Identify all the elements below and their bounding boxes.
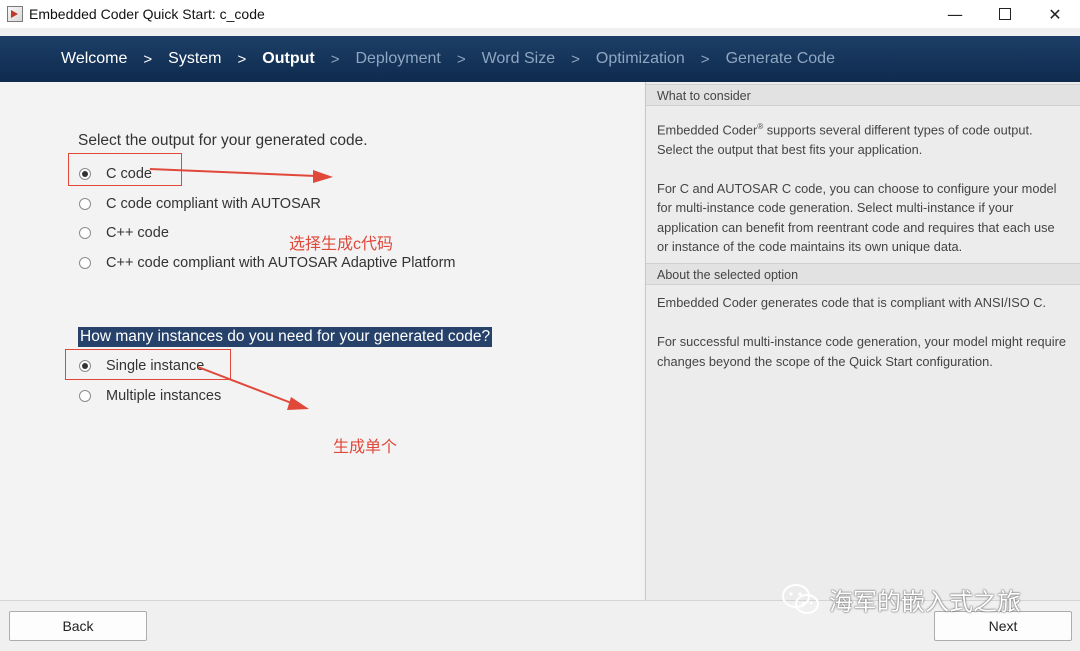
maximize-icon (999, 8, 1011, 20)
about-text: Embedded Coder generates code that is co… (657, 293, 1080, 371)
options-panel: Select the output for your generated cod… (0, 82, 644, 600)
step-separator: > (456, 50, 466, 68)
wechat-icon (782, 583, 819, 614)
minimize-button[interactable]: — (930, 0, 980, 28)
consider-heading: What to consider (646, 84, 1080, 106)
step-separator: > (571, 50, 580, 68)
arrow-head-icon (313, 170, 333, 183)
consider-para2-line3: application can benefit from reentrant c… (657, 219, 1055, 235)
close-button[interactable]: ✕ (1030, 0, 1080, 28)
step-output[interactable]: Output (262, 50, 314, 68)
annotation-arrow-single (197, 366, 295, 405)
step-separator: > (330, 50, 340, 68)
about-para2-line2: changes beyond the scope of the Quick St… (657, 353, 993, 369)
maximize-button[interactable] (980, 0, 1030, 28)
about-heading: About the selected option (646, 263, 1080, 285)
window-title: Embedded Coder Quick Start: c_code (29, 6, 265, 22)
consider-para2-line4: or instance of the code maintains its ow… (657, 239, 963, 255)
watermark: 海军的嵌入式之旅 (781, 582, 1021, 617)
step-optimization: Optimization (595, 50, 685, 67)
step-deployment: Deployment (355, 50, 441, 67)
step-list: Welcome > System > Output > Deployment >… (61, 50, 835, 68)
brand-name: Embedded Coder (657, 122, 758, 138)
help-panel: What to consider Embedded Coder® support… (645, 82, 1080, 600)
step-system[interactable]: System (168, 50, 221, 68)
step-word-size: Word Size (481, 50, 556, 67)
consider-para2-line2: for multi-instance code generation. Sele… (657, 200, 1014, 216)
step-generate-code: Generate Code (725, 50, 835, 67)
step-welcome[interactable]: Welcome (61, 50, 127, 68)
consider-para2-line1: For C and AUTOSAR C code, you can choose… (657, 180, 1057, 196)
arrow-head-icon (287, 397, 309, 410)
consider-text: Embedded Coder® supports several differe… (657, 117, 1080, 257)
annotation-arrow-c-code (149, 168, 317, 177)
step-separator: > (700, 50, 710, 68)
step-separator: > (143, 50, 153, 68)
annotation-arrows (149, 168, 333, 410)
window-controls: — ✕ (930, 0, 1080, 28)
about-para1: Embedded Coder generates code that is co… (657, 295, 1047, 310)
step-separator: > (237, 50, 247, 68)
watermark-text: 海军的嵌入式之旅 (829, 589, 1021, 616)
app-icon (7, 6, 23, 22)
consider-line2: Select the output that best fits your ap… (657, 141, 923, 157)
back-button[interactable]: Back (9, 611, 147, 641)
window-titlebar: Embedded Coder Quick Start: c_code — ✕ (0, 0, 1080, 28)
about-para2-line1: For successful multi-instance code gener… (657, 334, 1066, 349)
wizard-steps: Welcome > System > Output > Deployment >… (0, 36, 1080, 82)
consider-line1-rest: supports several different types of code… (763, 122, 1033, 138)
